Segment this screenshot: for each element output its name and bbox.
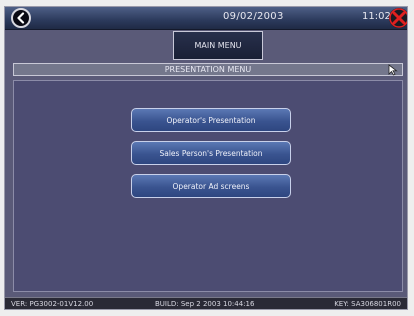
build-label: BUILD: Sep 2 2003 10:44:16 <box>155 300 255 308</box>
operator-ad-screens-button[interactable]: Operator Ad screens <box>131 174 291 198</box>
close-x-icon <box>389 8 407 28</box>
close-button[interactable] <box>389 8 407 28</box>
top-bar: 09/02/2003 11:02 <box>5 7 407 30</box>
app-screen: 09/02/2003 11:02 MAIN MENU PRESENTATION … <box>4 6 408 310</box>
operator-presentation-button[interactable]: Operator's Presentation <box>131 108 291 132</box>
section-title-bar: PRESENTATION MENU <box>13 63 403 76</box>
status-bar: VER: PG3002-01V12.00 BUILD: Sep 2 2003 1… <box>5 297 407 309</box>
time-display: 11:02 <box>362 11 391 22</box>
version-label: VER: PG3002-01V12.00 <box>11 300 94 308</box>
section-title: PRESENTATION MENU <box>164 65 252 74</box>
date-display: 09/02/2003 <box>223 11 284 22</box>
main-menu-button[interactable]: MAIN MENU <box>173 31 263 60</box>
mouse-pointer-icon <box>388 64 398 76</box>
presentation-panel: Operator's Presentation Sales Person's P… <box>13 80 403 292</box>
back-arrow-icon <box>17 12 25 24</box>
back-button[interactable] <box>11 8 31 28</box>
key-label: KEY: SA306801R00 <box>334 300 401 308</box>
sales-person-presentation-button[interactable]: Sales Person's Presentation <box>131 141 291 165</box>
